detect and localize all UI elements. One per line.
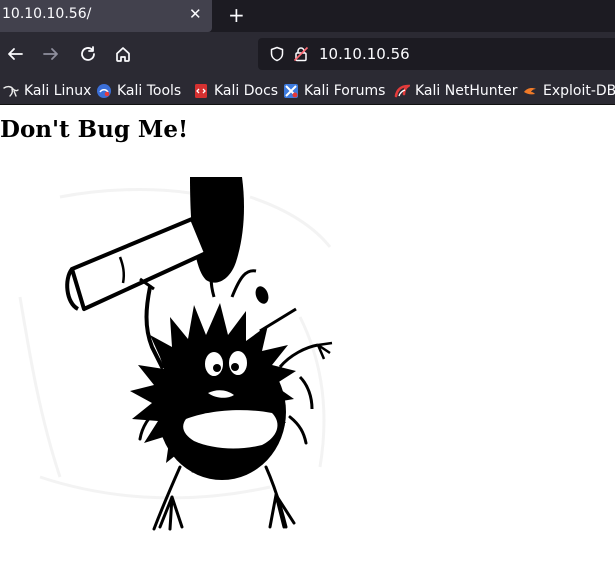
bug-illustration — [18, 177, 333, 531]
kali-docs-icon — [193, 83, 209, 99]
bookmark-exploit-db[interactable]: Exploit-DB — [522, 82, 615, 100]
bookmark-kali-tools[interactable]: Kali Tools — [96, 82, 181, 100]
bookmarks-toolbar: Kali Linux Kali Tools Kali Docs Kali For… — [0, 76, 615, 105]
bookmark-label: Kali Tools — [117, 83, 182, 99]
bookmark-kali-forums[interactable]: Kali Forums — [283, 82, 385, 100]
navigation-toolbar: 10.10.10.56 — [0, 32, 615, 76]
bookmark-kali-nethunter[interactable]: Kali NetHunter — [394, 82, 517, 100]
bookmark-label: Exploit-DB — [543, 83, 615, 99]
url-text[interactable]: 10.10.10.56 — [319, 45, 410, 63]
kali-dragon-icon — [3, 83, 19, 99]
tracking-shield-icon[interactable] — [269, 46, 285, 66]
bookmark-label: Kali Forums — [304, 83, 386, 99]
bookmark-kali-linux[interactable]: Kali Linux — [3, 82, 91, 100]
kali-nethunter-icon — [394, 83, 413, 99]
kali-forums-icon — [283, 83, 299, 99]
page-content: Don't Bug Me! — [0, 105, 615, 570]
bookmark-label: Kali Linux — [24, 83, 92, 99]
tab-title: 10.10.10.56/ — [2, 6, 92, 22]
new-tab-button[interactable]: + — [228, 3, 245, 27]
exploit-db-icon — [522, 83, 538, 99]
bookmark-label: Kali Docs — [214, 83, 279, 99]
tab-strip: 10.10.10.56/ ✕ + — [0, 0, 615, 32]
back-arrow-icon[interactable] — [3, 42, 27, 66]
forward-arrow-icon[interactable] — [39, 42, 63, 66]
url-bar[interactable]: 10.10.10.56 — [258, 38, 615, 70]
bookmark-kali-docs[interactable]: Kali Docs — [193, 82, 278, 100]
reload-icon[interactable] — [76, 42, 100, 66]
insecure-lock-icon[interactable] — [293, 46, 309, 66]
page-heading: Don't Bug Me! — [0, 116, 189, 143]
home-icon[interactable] — [111, 42, 135, 66]
kali-tools-icon — [96, 83, 112, 99]
bookmark-label: Kali NetHunter — [415, 83, 518, 99]
active-tab[interactable]: 10.10.10.56/ ✕ — [0, 0, 212, 32]
close-tab-icon[interactable]: ✕ — [189, 5, 202, 23]
